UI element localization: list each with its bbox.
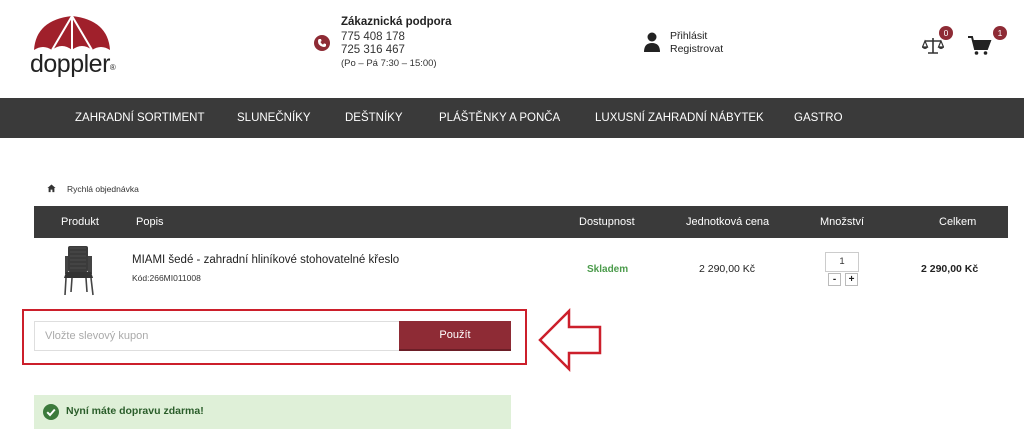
site-header: doppler® Zákaznická podpora 775 408 178 …: [0, 0, 1024, 98]
login-link[interactable]: Přihlásit: [670, 30, 707, 42]
register-link[interactable]: Registrovat: [670, 43, 723, 55]
header-description: Popis: [136, 216, 164, 228]
cart-icon: [968, 36, 992, 55]
logo-text: doppler®: [30, 50, 116, 78]
check-circle-icon: [43, 404, 59, 420]
compare-button[interactable]: 0: [922, 26, 953, 55]
support-phone-1[interactable]: 775 408 178: [341, 31, 405, 43]
header-unit-price: Jednotková cena: [686, 216, 770, 228]
product-code: Kód:266MI011008: [132, 273, 201, 283]
availability-badge: Skladem: [587, 264, 629, 275]
cart-table-header: Produkt Popis Dostupnost Jednotková cena…: [34, 206, 1008, 238]
quantity-input[interactable]: 1: [825, 252, 859, 272]
header-total: Celkem: [939, 216, 977, 228]
arrow-left-icon: [538, 307, 602, 373]
header-product: Produkt: [61, 216, 99, 228]
breadcrumb-current: Rychlá objednávka: [67, 184, 139, 194]
compare-count-badge: 0: [939, 26, 953, 40]
main-nav: ZAHRADNÍ SORTIMENT SLUNEČNÍKY DEŠTNÍKY P…: [0, 98, 1024, 138]
logo[interactable]: doppler®: [30, 14, 116, 78]
support-phone-2[interactable]: 725 316 467: [341, 44, 405, 56]
free-shipping-notice: Nyní máte dopravu zdarma!: [34, 395, 511, 429]
phone-icon: [314, 35, 330, 51]
header-availability: Dostupnost: [579, 216, 635, 228]
quantity-decrease-button[interactable]: -: [828, 273, 841, 286]
chair-image[interactable]: [62, 244, 96, 296]
support-title: Zákaznická podpora: [341, 16, 452, 28]
nav-item-raincoats[interactable]: PLÁŠTĚNKY A PONČA: [439, 98, 560, 138]
nav-item-parasols[interactable]: SLUNEČNÍKY: [237, 98, 311, 138]
free-shipping-text: Nyní máte dopravu zdarma!: [66, 405, 204, 417]
nav-item-umbrellas[interactable]: DEŠTNÍKY: [345, 98, 403, 138]
support-hours: (Po – Pá 7:30 – 15:00): [341, 58, 437, 69]
apply-coupon-button[interactable]: Použít: [399, 321, 511, 351]
scales-icon: [922, 38, 944, 54]
nav-item-luxury-furniture[interactable]: LUXUSNÍ ZAHRADNÍ NÁBYTEK: [595, 98, 764, 138]
cart-count-badge: 1: [993, 26, 1007, 40]
cart-button[interactable]: 1: [968, 26, 1007, 55]
coupon-input[interactable]: [34, 321, 400, 351]
unit-price: 2 290,00 Kč: [699, 263, 756, 275]
table-row: MIAMI šedé - zahradní hliníkové stohovat…: [34, 238, 1008, 302]
header-quantity: Množství: [820, 216, 865, 228]
home-icon[interactable]: [47, 184, 56, 193]
umbrella-logo-icon: [34, 15, 110, 51]
quantity-increase-button[interactable]: +: [845, 273, 858, 286]
user-icon: [644, 32, 660, 52]
product-name[interactable]: MIAMI šedé - zahradní hliníkové stohovat…: [132, 254, 399, 266]
nav-item-gastro[interactable]: GASTRO: [794, 98, 843, 138]
row-total: 2 290,00 Kč: [921, 263, 979, 275]
nav-item-garden-range[interactable]: ZAHRADNÍ SORTIMENT: [75, 98, 205, 138]
